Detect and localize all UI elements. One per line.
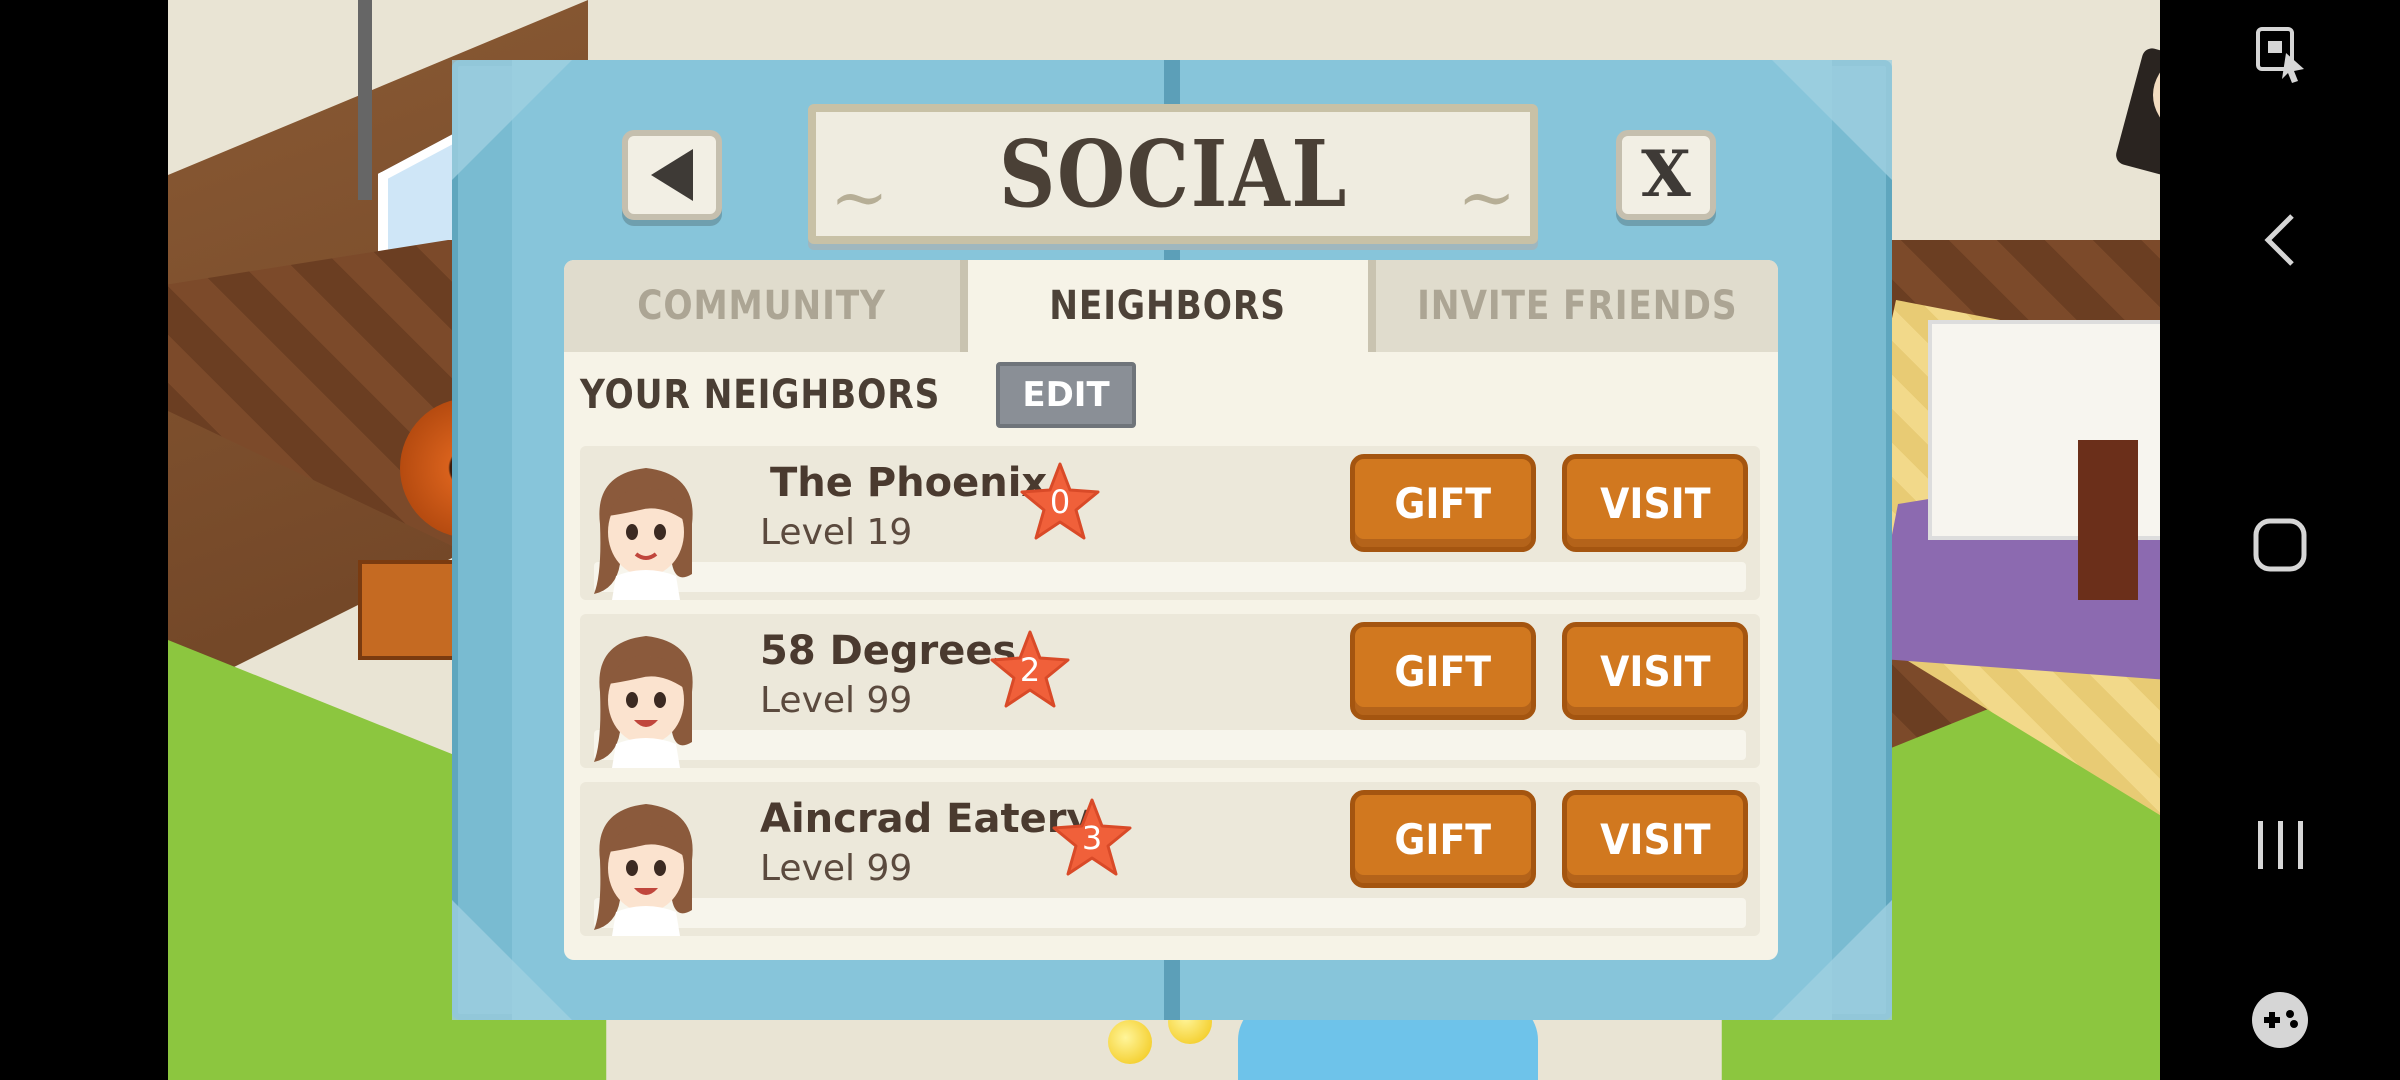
swirl-ornament-icon: ~: [1457, 156, 1516, 238]
roast-tray: [2113, 46, 2160, 214]
star-badge: 0: [1018, 460, 1102, 544]
close-icon: X: [1641, 137, 1691, 212]
tab-community-label: COMMUNITY: [637, 283, 887, 329]
neighbor-row: 58 Degrees Level 99 2 GIFT VISIT: [580, 614, 1760, 768]
row-bottom-strip: [594, 730, 1746, 760]
neighbor-name: Aincrad Eatery: [760, 796, 1093, 842]
neighbor-level: Level 99: [760, 848, 913, 889]
tab-neighbors[interactable]: NEIGHBORS: [968, 260, 1368, 352]
tab-invite-friends[interactable]: INVITE FRIENDS: [1368, 260, 1778, 352]
recents-icon: [2258, 821, 2303, 869]
back-icon: [2264, 214, 2294, 266]
coin-icon[interactable]: [1108, 1020, 1152, 1064]
back-arrow-icon: [651, 149, 693, 201]
swirl-ornament-icon: ~: [830, 156, 889, 238]
screen-lock-icon: [2256, 27, 2304, 83]
nav-home-button[interactable]: [2160, 500, 2400, 590]
chef-avatar: [594, 468, 693, 600]
gift-button[interactable]: GIFT: [1350, 790, 1536, 888]
chair-decor: [2078, 440, 2138, 600]
star-count: 2: [1019, 651, 1041, 689]
back-button[interactable]: [622, 130, 722, 220]
visit-button-label: VISIT: [1599, 814, 1711, 864]
visit-button-label: VISIT: [1599, 646, 1711, 696]
star-badge: 2: [988, 628, 1072, 712]
gift-button-label: GIFT: [1394, 646, 1492, 696]
gift-button[interactable]: GIFT: [1350, 454, 1536, 552]
social-panel: COMMUNITY NEIGHBORS INVITE FRIENDS YOUR …: [564, 260, 1778, 960]
star-badge: 3: [1050, 796, 1134, 880]
chef-avatar: [594, 804, 693, 936]
neighbor-row: Aincrad Eatery Level 99 3 GIFT VISIT: [580, 782, 1760, 936]
tab-community[interactable]: COMMUNITY: [564, 260, 968, 352]
dialog-title: SOCIAL: [998, 120, 1348, 228]
star-count: 3: [1081, 819, 1103, 857]
section-title: YOUR NEIGHBORS: [580, 372, 999, 418]
visit-button[interactable]: VISIT: [1562, 622, 1748, 720]
system-nav-bar: [2160, 0, 2400, 1080]
gift-button-label: GIFT: [1394, 478, 1492, 528]
row-bottom-strip: [594, 562, 1746, 592]
lamp-post-decor: [358, 0, 372, 200]
neighbor-name: The Phoenix: [770, 460, 1048, 506]
tab-bar: COMMUNITY NEIGHBORS INVITE FRIENDS: [564, 260, 1778, 352]
neighbor-level: Level 99: [760, 680, 913, 721]
gift-button-label: GIFT: [1394, 814, 1492, 864]
social-dialog: ~ SOCIAL ~ X COMMUNITY NEIGHBORS INVITE …: [452, 60, 1892, 1020]
neighbor-name: 58 Degrees: [760, 628, 1017, 674]
home-icon: [2253, 518, 2307, 572]
tab-neighbors-label: NEIGHBORS: [1049, 283, 1287, 329]
visit-button[interactable]: VISIT: [1562, 790, 1748, 888]
tab-invite-friends-label: INVITE FRIENDS: [1416, 283, 1738, 329]
nav-recents-button[interactable]: [2160, 800, 2400, 890]
edit-button[interactable]: EDIT: [996, 362, 1136, 428]
screen-lock-button[interactable]: [2160, 20, 2400, 90]
visit-button[interactable]: VISIT: [1562, 454, 1748, 552]
chef-avatar: [594, 636, 693, 768]
visit-button-label: VISIT: [1599, 478, 1711, 528]
gift-button[interactable]: GIFT: [1350, 622, 1536, 720]
section-title-text: YOUR NEIGHBORS: [580, 372, 941, 418]
nav-back-button[interactable]: [2160, 200, 2400, 280]
game-tools-button[interactable]: [2160, 980, 2400, 1060]
neighbor-row: The Phoenix Level 19 0 GIFT VISIT: [580, 446, 1760, 600]
title-plate: ~ SOCIAL ~: [808, 104, 1538, 244]
game-tools-icon: [2252, 992, 2308, 1048]
close-button[interactable]: X: [1616, 130, 1716, 220]
row-bottom-strip: [594, 898, 1746, 928]
star-count: 0: [1049, 483, 1071, 521]
neighbor-level: Level 19: [760, 512, 913, 553]
